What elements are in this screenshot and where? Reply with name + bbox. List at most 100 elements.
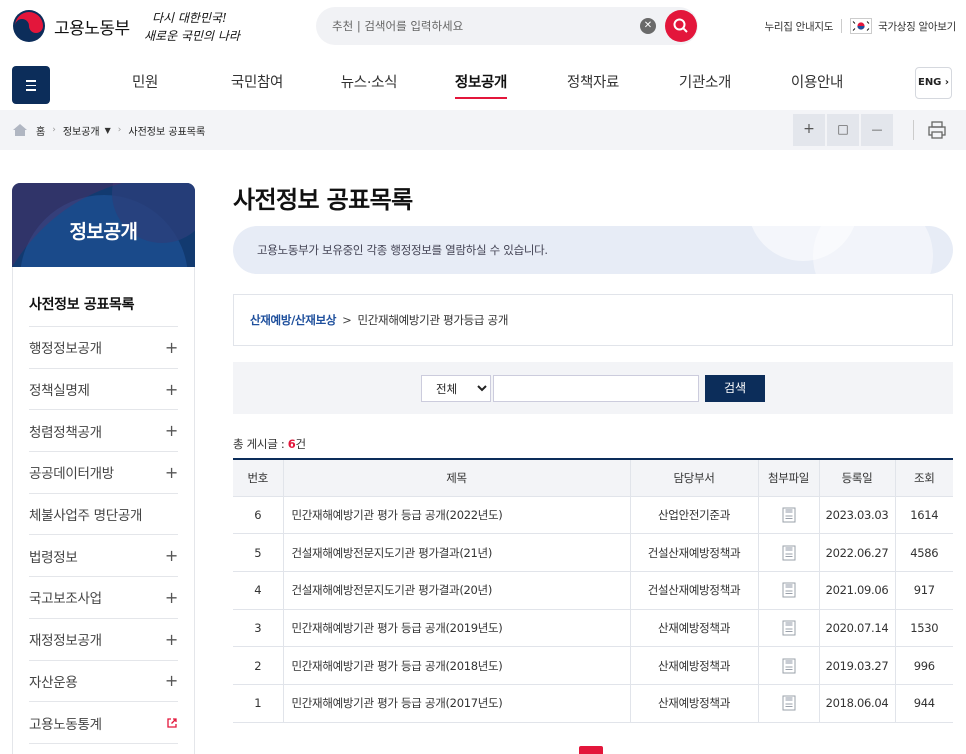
sidebar-item-finance[interactable]: 재정정보공개 + [29,619,178,661]
caret-down-icon[interactable]: ▼ [105,126,111,135]
search-scope-select[interactable]: 전체 [421,375,491,402]
zoom-reset-button[interactable]: □ [827,114,859,146]
row-department: 건설산재예방정책과 [629,533,758,572]
gnb-item-civil[interactable]: 민원 [89,62,201,108]
breadcrumb-home[interactable]: 홈 [36,123,45,138]
plus-icon: + [164,337,178,357]
row-date: 2018.06.04 [818,684,895,723]
search-button[interactable] [665,10,697,42]
table-row[interactable]: 3 민간재해예방기관 평가 등급 공개(2019년도) 산재예방정책과 2020.07… [233,609,953,648]
home-icon[interactable] [12,123,28,137]
breadcrumb: 홈 › 정보공개 ▼ › 사전정보 공표목록 [12,110,205,150]
attachment-file-icon[interactable] [782,620,796,636]
table-row[interactable]: 4 건설재해예방전문지도기관 평가결과(20년) 건설산재예방정책과 2021.09.… [233,571,953,610]
row-title-link[interactable]: 민간재해예방기관 평가 등급 공개(2022년도) [282,496,630,535]
ministry-logo[interactable]: 고용노동부 [12,9,130,43]
sidebar-item-open-data[interactable]: 공공데이터개방 + [29,452,178,494]
row-number: 5 [233,533,283,572]
attachment-file-icon[interactable] [782,695,796,711]
gnb-label: 민원 [131,75,159,91]
breadcrumb-level2: 사전정보 공표목록 [128,126,206,138]
gnb-label: 정책자료 [566,75,620,91]
gnb-label: 뉴스·소식 [340,75,398,91]
row-date: 2022.06.27 [818,533,895,572]
sidebar-item-label: 고용노동통계 [29,716,102,733]
zoom-in-button[interactable]: + [793,114,825,146]
row-department: 산업안전기준과 [629,496,758,535]
chevron-right-icon: › [944,77,950,88]
row-title-link[interactable]: 민간재해예방기관 평가 등급 공개(2017년도) [282,684,630,723]
clear-search-button[interactable]: ✕ [640,18,656,34]
sidebar-header: 정보공개 [12,183,195,267]
sitemap-link[interactable]: 누리집 안내지도 [765,19,834,34]
sidebar-item-subsidy[interactable]: 국고보조사업 + [29,577,178,619]
total-unit: 건 [295,437,306,451]
sidebar-item-law-info[interactable]: 법령정보 + [29,535,178,578]
hamburger-icon-bar [26,84,36,87]
gnb-item-participation[interactable]: 국민참여 [201,62,313,108]
plus-icon: + [164,421,178,441]
gnb-item-guide[interactable]: 이용안내 [761,62,873,108]
board-table: 번호 제목 담당부서 첨부파일 등록일 조회 6 민간재해예방기관 평가 등급 공… [233,458,953,723]
table-row[interactable]: 6 민간재해예방기관 평가 등급 공개(2022년도) 산업안전기준과 2023.03… [233,496,953,535]
table-row[interactable]: 1 민간재해예방기관 평가 등급 공개(2017년도) 산재예방정책과 2018.06… [233,684,953,723]
taegeuk-emblem-icon [13,10,45,42]
english-button[interactable]: ENG › [915,67,952,99]
sidebar-item-prior-info-list[interactable]: 사전정보 공표목록 [29,281,178,327]
pagination-current-page[interactable] [579,746,603,754]
gnb-item-news[interactable]: 뉴스·소식 [313,62,425,108]
row-department: 건설산재예방정책과 [629,571,758,610]
sidebar-item-statistics[interactable]: 고용노동통계 [29,702,178,744]
print-icon[interactable] [925,118,949,142]
national-symbol-link[interactable]: 국가상징 알아보기 [878,19,956,34]
sidebar-item-policy-realname[interactable]: 정책실명제 + [29,369,178,411]
sidebar-item-admin-info[interactable]: 행정정보공개 + [29,327,178,369]
row-number: 2 [233,646,283,685]
attachment-file-icon[interactable] [782,545,796,561]
row-department: 산재예방정책과 [629,646,758,685]
gnb-item-policy[interactable]: 정책자료 [537,62,649,108]
board-search-button[interactable]: 검색 [705,375,765,402]
row-attachment [757,684,819,723]
row-views: 1530 [894,609,953,648]
row-title-link[interactable]: 건설재해예방전문지도기관 평가결과(20년) [282,571,630,610]
row-number: 6 [233,496,283,535]
tool-divider [913,120,914,140]
attachment-file-icon[interactable] [782,582,796,598]
row-department: 산재예방정책과 [629,684,758,723]
plus-icon: + [164,379,178,399]
sidebar-item-asset[interactable]: 자산운용 + [29,661,178,703]
table-header-row: 번호 제목 담당부서 첨부파일 등록일 조회 [233,458,953,497]
gnb-item-information[interactable]: 정보공개 [425,62,537,108]
breadcrumb-level1[interactable]: 정보공개 [63,123,100,138]
zoom-out-button[interactable]: — [861,114,893,146]
row-title-link[interactable]: 건설재해예방전문지도기관 평가결과(21년) [282,533,630,572]
row-attachment [757,646,819,685]
search-filter: 전체 검색 [233,362,953,414]
row-title-link[interactable]: 민간재해예방기관 평가 등급 공개(2019년도) [282,609,630,648]
row-attachment [757,496,819,535]
column-header: 등록일 [818,458,895,497]
gnb-label: 국민참여 [230,75,284,91]
row-title-link[interactable]: 민간재해예방기관 평가 등급 공개(2018년도) [282,646,630,685]
hamburger-icon [26,80,36,82]
gnb-item-about[interactable]: 기관소개 [649,62,761,108]
sidebar-item-integrity[interactable]: 청렴정책공개 + [29,410,178,453]
slogan-calligraphy: 다시 대한민국! 새로운 국민의 나라 [144,11,242,43]
total-label: 총 게시글 : [233,437,288,451]
board-search-input[interactable] [493,375,699,402]
all-menu-button[interactable] [12,66,50,104]
search-input[interactable] [332,7,632,45]
table-row[interactable]: 5 건설재해예방전문지도기관 평가결과(21년) 건설산재예방정책과 2022.06.… [233,533,953,572]
sidebar-item-label: 자산운용 [29,674,78,691]
path-category-link[interactable]: 산재예방/산재보상 [250,312,336,328]
chevron-right-icon: › [117,125,122,135]
gnb-label: 기관소개 [678,75,732,91]
attachment-file-icon[interactable] [782,658,796,674]
attachment-file-icon[interactable] [782,507,796,523]
table-row[interactable]: 2 민간재해예방기관 평가 등급 공개(2018년도) 산재예방정책과 2019.03… [233,646,953,685]
sidebar-item-wage-arrears[interactable]: 체불사업주 명단공개 [29,494,178,536]
external-link-icon [167,717,177,728]
search-icon [673,18,688,33]
row-views: 944 [894,684,953,723]
